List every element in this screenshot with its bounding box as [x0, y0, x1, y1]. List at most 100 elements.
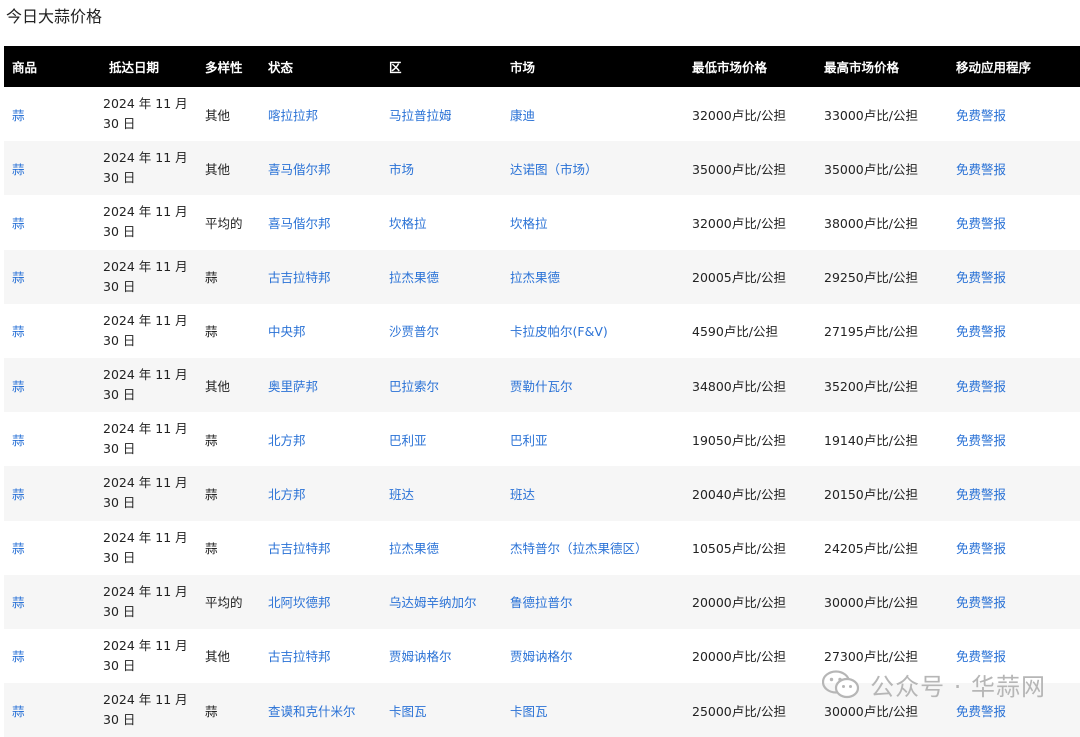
- cell-district[interactable]: 市场: [389, 162, 414, 177]
- cell-district[interactable]: 卡图瓦: [389, 704, 427, 719]
- cell-min-price-cell: 20000卢比/公担: [684, 575, 816, 629]
- cell-market-cell: 班达: [502, 466, 684, 520]
- header-max-price[interactable]: 最高市场价格: [816, 46, 948, 87]
- cell-max-price-cell: 29250卢比/公担: [816, 250, 948, 304]
- table-row: 蒜 2024 年 11 月 30 日 平均的 北阿坎德邦 乌达姆辛纳加尔 鲁德拉普尔 200…: [4, 574, 1080, 629]
- cell-commodity[interactable]: 蒜: [12, 270, 25, 285]
- cell-market[interactable]: 坎格拉: [510, 216, 548, 231]
- header-commodity[interactable]: 商品: [4, 46, 101, 87]
- cell-district[interactable]: 乌达姆辛纳加尔: [389, 595, 477, 610]
- cell-variety: 蒜: [205, 703, 218, 719]
- cell-max-price-cell: 38000卢比/公担: [816, 195, 948, 249]
- cell-market[interactable]: 卡图瓦: [510, 704, 548, 719]
- cell-market[interactable]: 达诺图（市场）: [510, 162, 598, 177]
- cell-market[interactable]: 康迪: [510, 108, 535, 123]
- free-alert-link[interactable]: 免费警报: [956, 649, 1006, 664]
- cell-state[interactable]: 查谟和克什米尔: [268, 704, 356, 719]
- cell-state[interactable]: 北方邦: [268, 433, 306, 448]
- cell-state[interactable]: 喀拉拉邦: [268, 108, 318, 123]
- cell-commodity[interactable]: 蒜: [12, 379, 25, 394]
- free-alert-link[interactable]: 免费警报: [956, 216, 1006, 231]
- header-variety[interactable]: 多样性: [197, 46, 260, 87]
- cell-district[interactable]: 班达: [389, 487, 414, 502]
- free-alert-link[interactable]: 免费警报: [956, 162, 1006, 177]
- watermark: 公众号 · 华蒜网: [822, 667, 1046, 702]
- free-alert-link-cell: 免费警报: [948, 250, 1080, 304]
- cell-commodity[interactable]: 蒜: [12, 595, 25, 610]
- cell-district[interactable]: 拉杰果德: [389, 270, 439, 285]
- cell-arrival-date: 2024 年 11 月 30 日: [103, 204, 188, 240]
- cell-commodity[interactable]: 蒜: [12, 324, 25, 339]
- cell-district[interactable]: 坎格拉: [389, 216, 427, 231]
- header-market[interactable]: 市场: [502, 46, 684, 87]
- cell-commodity-cell: 蒜: [4, 195, 101, 249]
- cell-arrival-date-cell: 2024 年 11 月 30 日: [101, 412, 197, 466]
- cell-arrival-date-cell: 2024 年 11 月 30 日: [101, 195, 197, 249]
- free-alert-link[interactable]: 免费警报: [956, 433, 1006, 448]
- cell-commodity[interactable]: 蒜: [12, 162, 25, 177]
- cell-commodity[interactable]: 蒜: [12, 704, 25, 719]
- cell-min-price-cell: 10505卢比/公担: [684, 521, 816, 575]
- cell-commodity[interactable]: 蒜: [12, 108, 25, 123]
- header-state[interactable]: 状态: [260, 46, 381, 87]
- cell-commodity[interactable]: 蒜: [12, 433, 25, 448]
- header-district[interactable]: 区: [381, 46, 502, 87]
- cell-district[interactable]: 拉杰果德: [389, 541, 439, 556]
- cell-state[interactable]: 喜马偕尔邦: [268, 162, 331, 177]
- cell-commodity-cell: 蒜: [4, 412, 101, 466]
- cell-market[interactable]: 巴利亚: [510, 433, 548, 448]
- cell-variety-cell: 其他: [197, 141, 260, 195]
- cell-market[interactable]: 鲁德拉普尔: [510, 595, 573, 610]
- cell-district[interactable]: 沙贾普尔: [389, 324, 439, 339]
- cell-commodity[interactable]: 蒜: [12, 216, 25, 231]
- cell-state[interactable]: 北阿坎德邦: [268, 595, 331, 610]
- cell-variety: 蒜: [205, 432, 218, 448]
- header-mobile-app[interactable]: 移动应用程序: [948, 46, 1080, 87]
- cell-market[interactable]: 卡拉皮帕尔(F&V): [510, 324, 608, 339]
- cell-commodity[interactable]: 蒜: [12, 487, 25, 502]
- cell-max-price-cell: 33000卢比/公担: [816, 87, 948, 141]
- cell-market[interactable]: 贾勒什瓦尔: [510, 379, 573, 394]
- free-alert-link[interactable]: 免费警报: [956, 595, 1006, 610]
- free-alert-link[interactable]: 免费警报: [956, 108, 1006, 123]
- cell-variety: 蒜: [205, 486, 218, 502]
- free-alert-link[interactable]: 免费警报: [956, 379, 1006, 394]
- cell-commodity[interactable]: 蒜: [12, 649, 25, 664]
- cell-market[interactable]: 杰特普尔（拉杰果德区）: [510, 541, 648, 556]
- cell-arrival-date: 2024 年 11 月 30 日: [103, 583, 188, 619]
- free-alert-link[interactable]: 免费警报: [956, 324, 1006, 339]
- free-alert-link-cell: 免费警报: [948, 141, 1080, 195]
- cell-state[interactable]: 古吉拉特邦: [268, 649, 331, 664]
- free-alert-link[interactable]: 免费警报: [956, 541, 1006, 556]
- cell-district[interactable]: 马拉普拉姆: [389, 108, 452, 123]
- cell-market-cell: 鲁德拉普尔: [502, 575, 684, 629]
- header-min-price[interactable]: 最低市场价格: [684, 46, 816, 87]
- cell-district[interactable]: 贾姆讷格尔: [389, 649, 452, 664]
- cell-state[interactable]: 喜马偕尔邦: [268, 216, 331, 231]
- cell-variety: 其他: [205, 107, 231, 123]
- cell-min-price: 20000卢比/公担: [692, 595, 786, 611]
- free-alert-link[interactable]: 免费警报: [956, 704, 1006, 719]
- cell-commodity[interactable]: 蒜: [12, 541, 25, 556]
- cell-arrival-date: 2024 年 11 月 30 日: [103, 150, 188, 186]
- cell-arrival-date: 2024 年 11 月 30 日: [103, 312, 188, 348]
- cell-commodity-cell: 蒜: [4, 466, 101, 520]
- cell-district[interactable]: 巴拉索尔: [389, 379, 439, 394]
- cell-market-cell: 杰特普尔（拉杰果德区）: [502, 521, 684, 575]
- cell-market[interactable]: 拉杰果德: [510, 270, 560, 285]
- cell-state[interactable]: 北方邦: [268, 487, 306, 502]
- cell-state[interactable]: 古吉拉特邦: [268, 270, 331, 285]
- cell-state-cell: 北方邦: [260, 412, 381, 466]
- free-alert-link-cell: 免费警报: [948, 412, 1080, 466]
- cell-state[interactable]: 奥里萨邦: [268, 379, 318, 394]
- cell-arrival-date-cell: 2024 年 11 月 30 日: [101, 250, 197, 304]
- cell-state[interactable]: 中央邦: [268, 324, 306, 339]
- free-alert-link[interactable]: 免费警报: [956, 487, 1006, 502]
- cell-district[interactable]: 巴利亚: [389, 433, 427, 448]
- cell-commodity-cell: 蒜: [4, 575, 101, 629]
- free-alert-link[interactable]: 免费警报: [956, 270, 1006, 285]
- header-arrival-date[interactable]: 抵达日期: [101, 46, 197, 87]
- cell-market[interactable]: 班达: [510, 487, 535, 502]
- cell-market[interactable]: 贾姆讷格尔: [510, 649, 573, 664]
- cell-state[interactable]: 古吉拉特邦: [268, 541, 331, 556]
